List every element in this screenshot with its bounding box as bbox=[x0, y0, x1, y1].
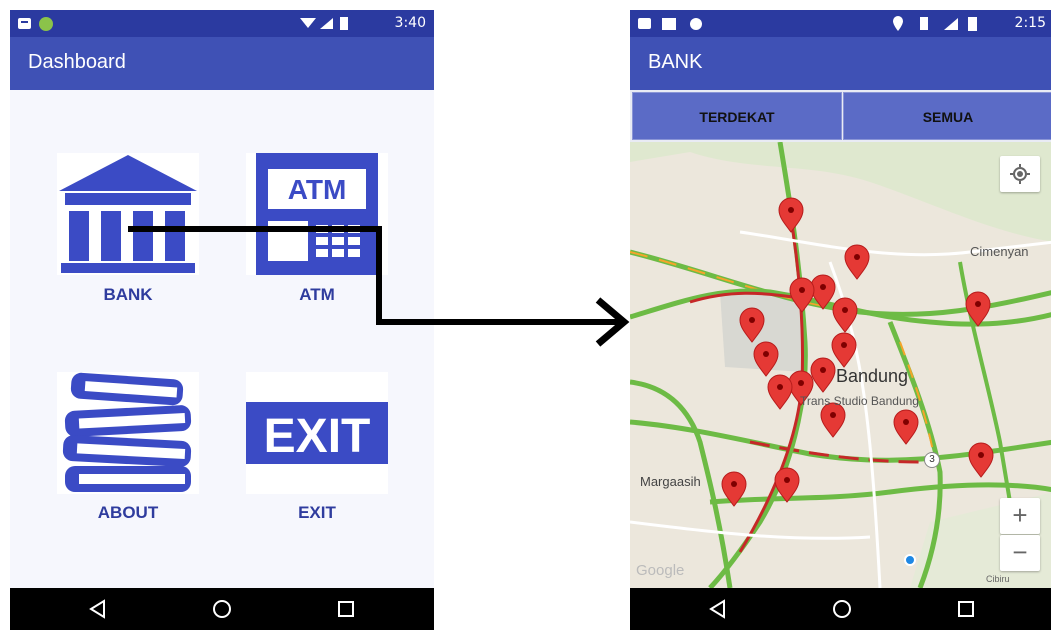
recents-icon[interactable] bbox=[936, 588, 996, 630]
home-icon[interactable] bbox=[812, 588, 872, 630]
exit-label: EXIT bbox=[298, 503, 336, 522]
tab-semua[interactable]: SEMUA bbox=[843, 92, 1051, 140]
app-title: Dashboard bbox=[28, 51, 126, 73]
dashboard-screen: 3:40 Dashboard BANK ATM ATM ABOUT EXIT E… bbox=[10, 10, 434, 630]
bank-marker[interactable] bbox=[844, 244, 870, 280]
map-view[interactable]: Bandung Trans Studio Bandung Cimenyan Ma… bbox=[630, 142, 1051, 588]
tab-bar: TERDEKAT SEMUA bbox=[630, 90, 1051, 142]
bank-markers bbox=[721, 197, 994, 507]
bank-label: BANK bbox=[103, 285, 153, 304]
bank-marker[interactable] bbox=[810, 357, 836, 393]
road-shield: 3 bbox=[924, 452, 940, 468]
bank-marker[interactable] bbox=[820, 402, 846, 438]
tab-terdekat[interactable]: TERDEKAT bbox=[632, 92, 842, 140]
bank-marker[interactable] bbox=[753, 341, 779, 377]
home-icon[interactable] bbox=[192, 588, 252, 630]
bank-marker[interactable] bbox=[968, 442, 994, 478]
navigation-bar bbox=[630, 588, 1051, 630]
bank-marker[interactable] bbox=[831, 332, 857, 368]
notification-icons bbox=[18, 17, 53, 31]
my-location-icon bbox=[1010, 164, 1030, 184]
bank-marker[interactable] bbox=[810, 274, 836, 310]
map-label-district-3: Cibiru bbox=[986, 574, 1010, 584]
bank-icon bbox=[59, 155, 197, 273]
status-bar: 2:15 bbox=[630, 10, 1051, 37]
status-time: 3:40 bbox=[394, 15, 426, 31]
navigation-bar bbox=[10, 588, 434, 630]
bank-marker[interactable] bbox=[789, 277, 815, 313]
my-location-button[interactable] bbox=[1000, 156, 1040, 192]
app-bar: BANK bbox=[630, 37, 1051, 90]
zoom-out-button[interactable]: − bbox=[1000, 535, 1040, 571]
notification-icons bbox=[638, 18, 702, 30]
bank-marker[interactable] bbox=[893, 409, 919, 445]
bank-tile[interactable] bbox=[57, 153, 199, 275]
bank-marker[interactable] bbox=[965, 291, 991, 327]
about-tile[interactable] bbox=[57, 372, 199, 494]
bank-marker[interactable] bbox=[721, 471, 747, 507]
bank-marker[interactable] bbox=[767, 374, 793, 410]
back-icon[interactable] bbox=[68, 588, 128, 630]
atm-tile[interactable]: ATM bbox=[246, 153, 388, 275]
app-title: BANK bbox=[648, 51, 703, 73]
map-label-poi: Trans Studio Bandung bbox=[800, 394, 919, 408]
bank-marker[interactable] bbox=[778, 197, 804, 233]
map-label-district-2: Margaasih bbox=[640, 474, 701, 489]
dashboard-grid: BANK ATM ATM ABOUT EXIT EXIT bbox=[10, 90, 434, 588]
exit-icon-text: EXIT bbox=[264, 410, 371, 463]
status-time: 2:15 bbox=[1014, 15, 1046, 31]
exit-tile[interactable]: EXIT bbox=[246, 372, 388, 494]
bank-marker[interactable] bbox=[832, 297, 858, 333]
recents-icon[interactable] bbox=[316, 588, 376, 630]
status-icons bbox=[893, 16, 977, 31]
books-icon bbox=[62, 372, 192, 492]
atm-label: ATM bbox=[299, 285, 335, 304]
back-icon[interactable] bbox=[688, 588, 748, 630]
status-bar: 3:40 bbox=[10, 10, 434, 37]
google-attribution: Google bbox=[636, 562, 685, 579]
atm-icon-text: ATM bbox=[288, 174, 347, 205]
bank-map-screen: 2:15 BANK TERDEKAT SEMUA Bandung Trans S… bbox=[630, 10, 1051, 630]
zoom-in-button[interactable]: + bbox=[1000, 498, 1040, 534]
about-label: ABOUT bbox=[97, 503, 159, 522]
app-bar: Dashboard bbox=[10, 37, 434, 90]
bank-marker[interactable] bbox=[774, 467, 800, 503]
exit-icon: EXIT bbox=[246, 402, 388, 464]
signal-battery-icons bbox=[300, 17, 348, 30]
map-label-city: Bandung bbox=[836, 366, 909, 386]
bank-marker[interactable] bbox=[739, 307, 765, 343]
atm-icon: ATM bbox=[256, 153, 378, 275]
map-label-district-1: Cimenyan bbox=[970, 244, 1029, 259]
